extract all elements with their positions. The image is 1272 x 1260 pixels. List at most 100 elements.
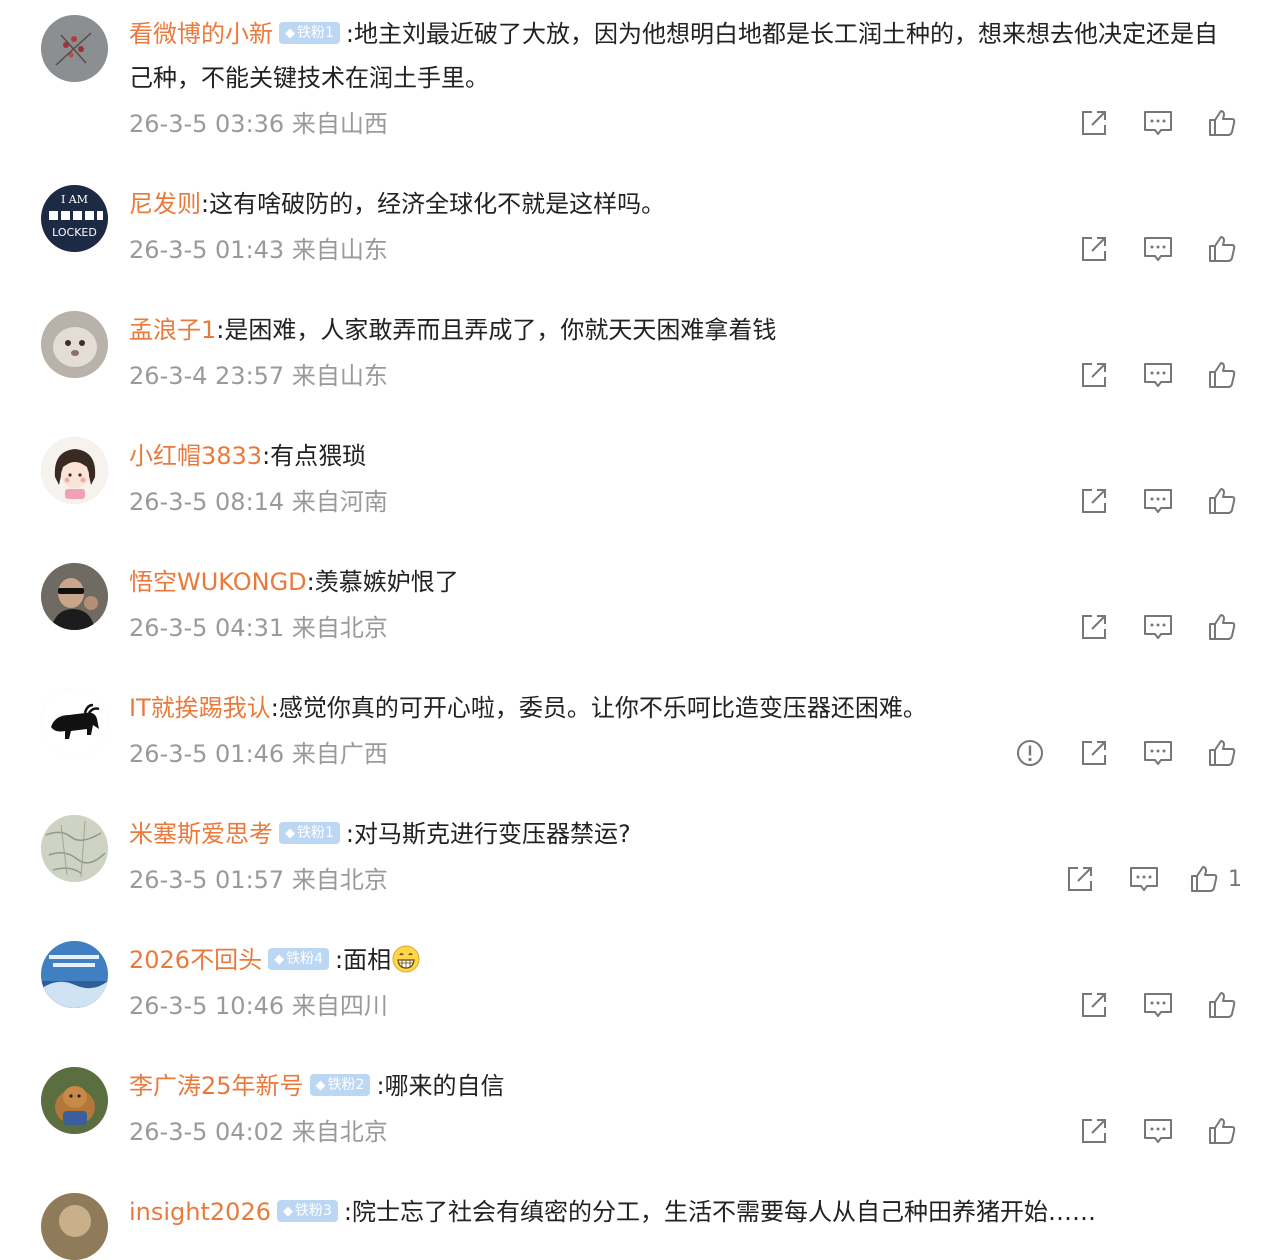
comment-time: 26-3-5 10:46	[129, 992, 285, 1020]
share-button[interactable]	[1074, 355, 1114, 395]
comment-location: 来自北京	[291, 866, 388, 894]
comment-actions	[1050, 103, 1242, 143]
comment-time: 26-3-5 04:02	[129, 1118, 285, 1146]
username-link[interactable]: 小红帽3833	[129, 442, 262, 470]
like-button[interactable]	[1202, 985, 1242, 1025]
fan-badge[interactable]: ◆ 铁粉1	[279, 822, 340, 844]
avatar[interactable]	[41, 941, 108, 1008]
like-button[interactable]	[1202, 733, 1242, 773]
like-button[interactable]	[1202, 229, 1242, 269]
comment-text: 面相	[343, 946, 392, 974]
reply-button[interactable]	[1138, 355, 1178, 395]
thumbs-up-icon	[1209, 488, 1236, 514]
fan-badge-label: 铁粉3	[294, 1203, 332, 1219]
reply-button[interactable]	[1138, 229, 1178, 269]
username-link[interactable]: 李广涛25年新号	[129, 1072, 304, 1100]
comment-time: 26-3-5 01:57	[129, 866, 285, 894]
reply-button[interactable]	[1124, 859, 1164, 899]
username-link[interactable]: insight2026	[129, 1198, 271, 1226]
thumbs-up-icon	[1209, 362, 1236, 388]
username-link[interactable]: 孟浪子1	[129, 316, 216, 344]
comment-actions	[1050, 355, 1242, 395]
avatar[interactable]	[41, 1193, 108, 1260]
reply-button[interactable]	[1138, 1111, 1178, 1151]
comment-icon	[1144, 993, 1172, 1017]
comment-text-line: 米塞斯爱思考 ◆ 铁粉1:对马斯克进行变压器禁运?	[129, 820, 631, 848]
comment-time: 26-3-4 23:57	[129, 362, 285, 390]
username-link[interactable]: IT就挨踢我认	[129, 694, 271, 722]
comment-location: 来自北京	[291, 1118, 388, 1146]
fan-badge[interactable]: ◆ 铁粉2	[309, 1074, 371, 1096]
share-button[interactable]	[1074, 733, 1114, 773]
share-icon	[1082, 237, 1106, 261]
share-icon	[1082, 993, 1106, 1017]
thumbs-up-icon	[1209, 236, 1236, 262]
report-button[interactable]	[1010, 733, 1050, 773]
fan-badge[interactable]: ◆ 铁粉3	[276, 1200, 338, 1222]
comment-text-line: 看微博的小新 ◆ 铁粉1:地主刘最近破了大放，因为他想明白地都是长工润土种的，想来想…	[129, 20, 1219, 92]
like-button[interactable]	[1202, 607, 1242, 647]
comment-text-line: IT就挨踢我认:感觉你真的可开心啦，委员。让你不乐呵比造变压器还困难。	[129, 694, 927, 722]
comment-text: 有点猥琐	[270, 442, 367, 470]
grin-emoji-icon	[392, 945, 420, 973]
comment-text: 院士忘了社会有缜密的分工，生活不需要每人从自己种田养猪开始……	[352, 1198, 1096, 1226]
svg-text:LOCKED: LOCKED	[52, 226, 97, 239]
reply-button[interactable]	[1138, 607, 1178, 647]
report-icon	[1017, 740, 1043, 766]
avatar[interactable]	[41, 815, 108, 882]
comment-text-line: insight2026 ◆ 铁粉3:院士忘了社会有缜密的分工，生活不需要每人从自己种…	[129, 1198, 1096, 1226]
svg-text:I AM: I AM	[61, 193, 88, 206]
like-button[interactable]	[1202, 1111, 1242, 1151]
username-link[interactable]: 悟空WUKONGD	[129, 568, 307, 596]
comment-text: 感觉你真的可开心啦，委员。让你不乐呵比造变压器还困难。	[278, 694, 927, 722]
username-link[interactable]: 米塞斯爱思考	[129, 820, 273, 848]
comment-text-line: 小红帽3833:有点猥琐	[129, 442, 367, 470]
reply-button[interactable]	[1138, 985, 1178, 1025]
comment-icon	[1144, 363, 1172, 387]
comment-text: 这有啥破防的，经济全球化不就是这样吗。	[209, 190, 666, 218]
comment-meta: 26-3-5 01:46 来自广西	[129, 739, 388, 769]
reply-button[interactable]	[1138, 103, 1178, 143]
like-button[interactable]	[1202, 481, 1242, 521]
comment-actions	[1050, 985, 1242, 1025]
share-button[interactable]	[1060, 859, 1100, 899]
username-link[interactable]: 尼发则	[129, 190, 201, 218]
share-button[interactable]	[1074, 103, 1114, 143]
share-button[interactable]	[1074, 607, 1114, 647]
avatar[interactable]	[41, 689, 108, 756]
like-button[interactable]	[1202, 103, 1242, 143]
share-button[interactable]	[1074, 1111, 1114, 1151]
comment-text: 羡慕嫉妒恨了	[314, 568, 459, 596]
thumbs-up-icon	[1191, 866, 1218, 892]
avatar[interactable]: I AM LOCKED	[41, 185, 108, 252]
thumbs-up-icon	[1209, 740, 1236, 766]
comment-icon	[1144, 741, 1172, 765]
avatar[interactable]	[41, 15, 108, 82]
comment-text: 对马斯克进行变压器禁运?	[354, 820, 631, 848]
avatar[interactable]	[41, 1067, 108, 1134]
comment-actions	[1050, 1111, 1242, 1151]
avatar[interactable]	[41, 311, 108, 378]
like-button[interactable]: 1	[1188, 859, 1242, 899]
reply-button[interactable]	[1138, 733, 1178, 773]
comment-text-line: 2026不回头 ◆ 铁粉4:面相	[129, 938, 1232, 982]
share-button[interactable]	[1074, 229, 1114, 269]
comment-time: 26-3-5 04:31	[129, 614, 285, 642]
fan-badge-label: 铁粉1	[297, 25, 334, 41]
diamond-icon: ◆	[315, 1078, 326, 1093]
fan-badge[interactable]: ◆ 铁粉1	[279, 22, 340, 44]
comment-meta: 26-3-5 03:36 来自山西	[129, 109, 388, 139]
avatar[interactable]	[41, 437, 108, 504]
fan-badge[interactable]: ◆ 铁粉4	[268, 948, 329, 970]
username-link[interactable]: 2026不回头	[129, 946, 262, 974]
share-button[interactable]	[1074, 985, 1114, 1025]
username-link[interactable]: 看微博的小新	[129, 20, 273, 48]
avatar[interactable]	[41, 563, 108, 630]
comment-text-line: 孟浪子1:是困难，人家敢弄而且弄成了，你就天天困难拿着钱	[129, 316, 777, 344]
comment-actions	[986, 733, 1242, 773]
comment-location: 来自河南	[291, 488, 388, 516]
share-button[interactable]	[1074, 481, 1114, 521]
reply-button[interactable]	[1138, 481, 1178, 521]
share-icon	[1082, 111, 1106, 135]
like-button[interactable]	[1202, 355, 1242, 395]
